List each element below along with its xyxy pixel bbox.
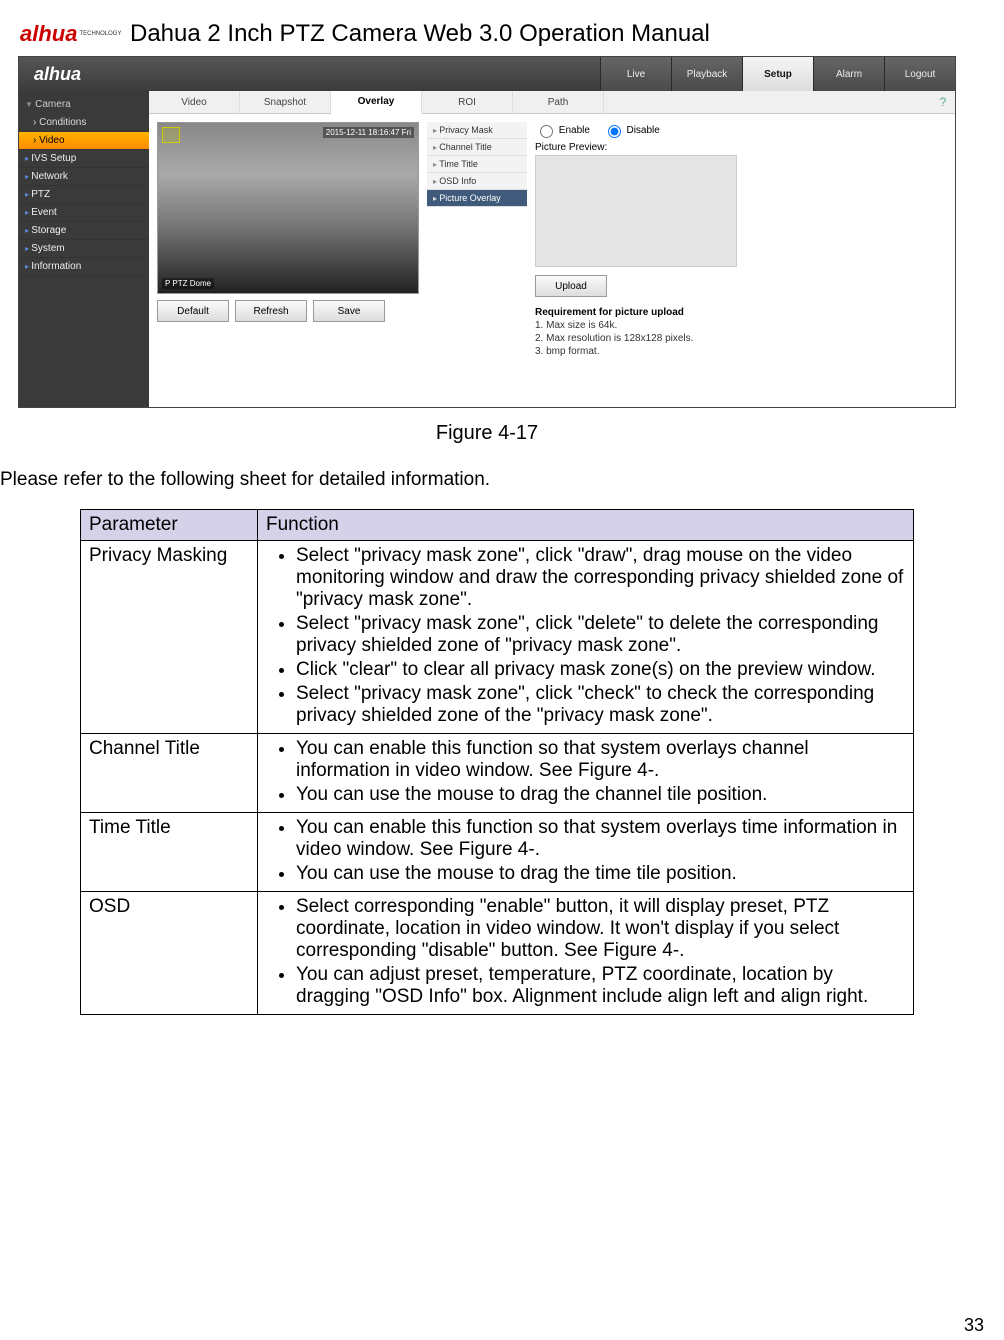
- sidebar-item-information[interactable]: Information: [19, 258, 149, 276]
- function-cell: Select "privacy mask zone", click "draw"…: [258, 541, 914, 734]
- function-item: You can use the mouse to drag the time t…: [296, 863, 905, 885]
- app-logo: alhua: [19, 57, 174, 91]
- sidebar-item-ptz[interactable]: PTZ: [19, 186, 149, 204]
- toptab-live[interactable]: Live: [600, 57, 671, 91]
- upload-req-3: 3. bmp format.: [535, 346, 947, 357]
- disable-radio[interactable]: Disable: [603, 125, 660, 136]
- doc-title: Dahua 2 Inch PTZ Camera Web 3.0 Operatio…: [130, 20, 710, 48]
- subtab-bar: VideoSnapshotOverlayROIPath ?: [149, 91, 955, 114]
- app-topbar: alhua LivePlaybackSetupAlarmLogout: [19, 57, 955, 91]
- function-item: Select corresponding "enable" button, it…: [296, 896, 905, 962]
- picture-preview-box: [535, 155, 737, 267]
- sidebar-item-ivs-setup[interactable]: IVS Setup: [19, 150, 149, 168]
- function-item: You can use the mouse to drag the channe…: [296, 784, 905, 806]
- upload-req-2: 2. Max resolution is 128x128 pixels.: [535, 333, 947, 344]
- subtab-roi[interactable]: ROI: [422, 91, 513, 113]
- sidebar-item-network[interactable]: Network: [19, 168, 149, 186]
- upload-button[interactable]: Upload: [535, 275, 607, 297]
- toptab-alarm[interactable]: Alarm: [813, 57, 884, 91]
- function-cell: Select corresponding "enable" button, it…: [258, 892, 914, 1015]
- enable-radio[interactable]: Enable: [535, 125, 590, 136]
- sidebar-item-event[interactable]: Event: [19, 204, 149, 222]
- overlay-option-privacy-mask[interactable]: Privacy Mask: [427, 122, 527, 139]
- param-cell: Channel Title: [81, 734, 258, 813]
- subtab-path[interactable]: Path: [513, 91, 604, 113]
- figure-caption: Figure 4-17: [0, 422, 974, 445]
- param-cell: Time Title: [81, 813, 258, 892]
- sidebar-item-video[interactable]: › Video: [19, 132, 149, 150]
- overlay-option-list: Privacy MaskChannel TitleTime TitleOSD I…: [427, 122, 527, 399]
- subtab-overlay[interactable]: Overlay: [331, 91, 422, 114]
- overlay-channel: P PTZ Dome: [162, 278, 214, 289]
- subtab-snapshot[interactable]: Snapshot: [240, 91, 331, 113]
- page-number: 33: [964, 1315, 984, 1336]
- sidebar-item-system[interactable]: System: [19, 240, 149, 258]
- overlay-option-channel-title[interactable]: Channel Title: [427, 139, 527, 156]
- function-item: You can enable this function so that sys…: [296, 817, 905, 861]
- sidebar-item-storage[interactable]: Storage: [19, 222, 149, 240]
- default-button[interactable]: Default: [157, 300, 229, 322]
- param-cell: OSD: [81, 892, 258, 1015]
- logo-tag: TECHNOLOGY: [79, 31, 121, 37]
- refresh-button[interactable]: Refresh: [235, 300, 307, 322]
- param-cell: Privacy Masking: [81, 541, 258, 734]
- toptab-playback[interactable]: Playback: [671, 57, 742, 91]
- save-button[interactable]: Save: [313, 300, 385, 322]
- page-header: alhua TECHNOLOGY Dahua 2 Inch PTZ Camera…: [20, 20, 974, 48]
- function-cell: You can enable this function so that sys…: [258, 734, 914, 813]
- intro-text: Please refer to the following sheet for …: [0, 469, 974, 491]
- overlay-option-osd-info[interactable]: OSD Info: [427, 173, 527, 190]
- enable-disable-group: Enable Disable: [535, 122, 947, 138]
- brand-logo: alhua TECHNOLOGY: [20, 20, 120, 48]
- function-cell: You can enable this function so that sys…: [258, 813, 914, 892]
- col-function: Function: [258, 510, 914, 541]
- sidebar-section-camera[interactable]: Camera: [19, 95, 149, 114]
- sidebar: Camera › Conditions› Video IVS SetupNetw…: [19, 91, 149, 407]
- upload-req-1: 1. Max size is 64k.: [535, 320, 947, 331]
- logo-text: alhua: [20, 21, 77, 47]
- help-icon[interactable]: ?: [931, 91, 955, 113]
- parameter-table: Parameter Function Privacy Masking Select…: [80, 509, 914, 1015]
- overlay-option-picture-overlay[interactable]: Picture Overlay: [427, 190, 527, 207]
- overlay-timestamp: 2015-12-11 18:16:47 Fri: [323, 127, 414, 138]
- screenshot-figure: alhua LivePlaybackSetupAlarmLogout Camer…: [18, 56, 956, 408]
- picture-preview-label: Picture Preview:: [535, 142, 947, 153]
- function-item: You can adjust preset, temperature, PTZ …: [296, 964, 905, 1008]
- function-item: Select "privacy mask zone", click "delet…: [296, 613, 905, 657]
- function-item: Click "clear" to clear all privacy mask …: [296, 659, 905, 681]
- overlay-option-time-title[interactable]: Time Title: [427, 156, 527, 173]
- function-item: You can enable this function so that sys…: [296, 738, 905, 782]
- toptab-setup[interactable]: Setup: [742, 57, 813, 91]
- function-item: Select "privacy mask zone", click "draw"…: [296, 545, 905, 611]
- upload-req-head: Requirement for picture upload: [535, 307, 947, 318]
- col-parameter: Parameter: [81, 510, 258, 541]
- toptab-logout[interactable]: Logout: [884, 57, 955, 91]
- subtab-video[interactable]: Video: [149, 91, 240, 113]
- function-item: Select "privacy mask zone", click "check…: [296, 683, 905, 727]
- video-preview[interactable]: 2015-12-11 18:16:47 Fri P PTZ Dome: [157, 122, 419, 294]
- sidebar-item-conditions[interactable]: › Conditions: [19, 114, 149, 132]
- mask-rect[interactable]: [162, 127, 180, 143]
